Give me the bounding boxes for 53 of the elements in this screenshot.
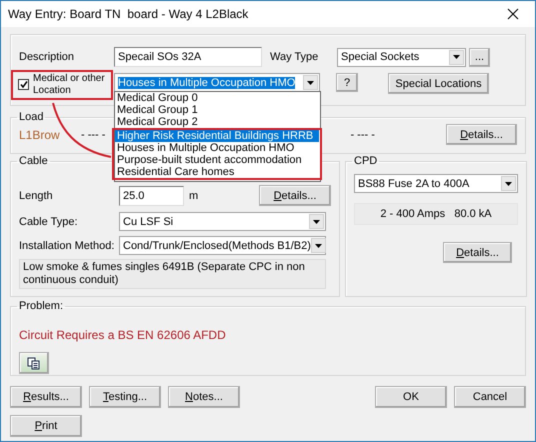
unit-label: m: [189, 190, 200, 202]
cable-description: Low smoke & fumes singles 6491B (Separate CPC in non continuous conduit): [19, 259, 326, 289]
dropdown-option[interactable]: Purpose-built student accommodation: [115, 154, 319, 166]
length-field[interactable]: 25.0: [119, 186, 184, 206]
caret-icon: [453, 55, 460, 59]
dialog-button[interactable]: Cancel: [454, 386, 526, 408]
cable-type-dropdown[interactable]: Cu LSF Si: [119, 212, 326, 231]
window-title: Way Entry: Board TN board - Way 4 L2Black: [8, 7, 248, 21]
details-button[interactable]: Details...: [443, 242, 512, 263]
action-button[interactable]: Results...: [10, 386, 82, 408]
details-button[interactable]: Details...: [446, 124, 517, 145]
checkbox-label: Medical or other Location: [33, 73, 106, 97]
dropdown-option[interactable]: Medical Group 1: [115, 104, 320, 116]
action-button[interactable]: Notes...: [168, 386, 240, 408]
phase-label: L1Brow: [19, 128, 61, 142]
copy-icon: [27, 356, 41, 370]
problem-message: Circuit Requires a BS EN 62606 AFDD: [19, 328, 227, 342]
group-title: CPD: [354, 155, 378, 167]
cpd-rating: 2 - 400 Amps 80.0 kA: [354, 203, 518, 225]
field-label: Cable Type:: [19, 216, 79, 228]
cpd-dropdown[interactable]: BS88 Fuse 2A to 400A: [354, 174, 518, 193]
caret-icon: [314, 244, 322, 248]
dropdown-option[interactable]: Residential Care homes: [115, 166, 319, 178]
caret-icon: [313, 220, 320, 224]
dropdown-option[interactable]: Medical Group 2: [115, 116, 320, 128]
close-icon: [507, 8, 519, 20]
description-field[interactable]: Specail SOs 32A: [114, 47, 262, 67]
group-title: Cable: [19, 155, 48, 167]
special-locations-button[interactable]: Special Locations: [388, 73, 489, 94]
caret-icon: [307, 80, 314, 84]
field-label: Length: [19, 190, 54, 202]
load-reading: - --- -: [350, 128, 376, 140]
dropdown-option[interactable]: Houses in Multiple Occupation HMO: [115, 142, 319, 154]
field-label: Description: [19, 51, 76, 63]
checkmark-icon: [20, 81, 28, 88]
field-label: Installation Method:: [19, 240, 116, 252]
checkbox[interactable]: [18, 79, 29, 90]
dialog-button[interactable]: OK: [375, 386, 447, 408]
way-type-dropdown[interactable]: Special Sockets: [337, 48, 466, 66]
copy-button[interactable]: [19, 352, 49, 374]
field-label: Way Type: [270, 51, 320, 63]
group-title: Load: [19, 111, 44, 123]
dropdown-option[interactable]: Higher Risk Residential Buildings HRRB: [115, 130, 319, 142]
caret-icon: [505, 182, 512, 186]
group-title: Problem:: [19, 300, 64, 312]
dropdown-option[interactable]: Medical Group 0: [115, 92, 320, 104]
details-button[interactable]: Details...: [259, 185, 331, 206]
load-reading: - --- -: [81, 128, 106, 140]
help-button[interactable]: ?: [336, 73, 358, 92]
more-button[interactable]: ...: [469, 48, 490, 66]
action-button[interactable]: Testing...: [89, 386, 161, 408]
installation-method-dropdown[interactable]: Cond/Trunk/Enclosed(Methods B1/B2): [119, 236, 326, 255]
action-button[interactable]: Print: [10, 415, 82, 437]
